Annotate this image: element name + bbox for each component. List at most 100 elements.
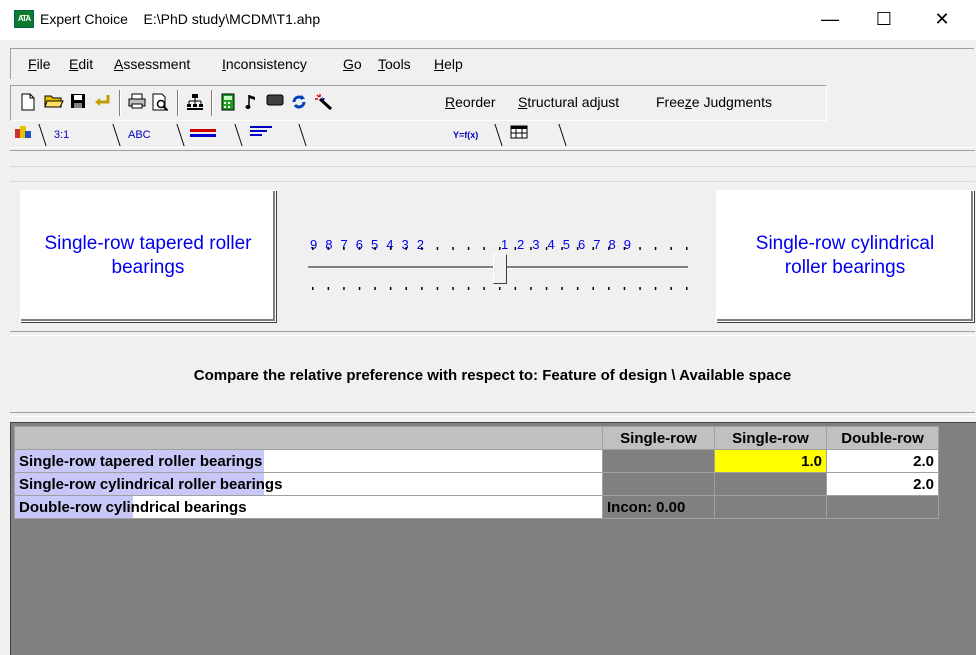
slider-tick — [545, 287, 548, 290]
hierarchy-icon[interactable] — [185, 93, 205, 113]
slider-tick — [389, 247, 392, 250]
save-icon[interactable] — [69, 93, 87, 113]
left-item-label: Single-row tapered roller bearings — [44, 233, 252, 278]
tab-numerical[interactable]: 3:1 — [54, 124, 84, 146]
tab-graphical-icon[interactable] — [190, 124, 220, 146]
slider-tick — [405, 247, 407, 250]
divider — [10, 412, 975, 417]
tab-model-icon[interactable] — [14, 124, 34, 146]
slider-tick — [561, 247, 563, 250]
slider-thumb[interactable] — [493, 254, 507, 284]
tab-formula[interactable]: Y=f(x) — [453, 124, 493, 146]
slider-tick — [358, 287, 361, 290]
sound-icon[interactable] — [243, 93, 259, 113]
refresh-icon[interactable] — [289, 93, 309, 113]
table-row: Single-row tapered roller bearings 1.0 2… — [14, 449, 939, 473]
slider-tick — [499, 287, 501, 290]
slider-tick — [421, 287, 423, 290]
slider-tick — [561, 287, 563, 290]
divider — [10, 331, 975, 336]
print-icon[interactable] — [127, 93, 147, 113]
slider-tick — [389, 287, 392, 290]
minimize-button[interactable]: — — [808, 4, 852, 34]
menu-tools[interactable]: Tools — [378, 56, 411, 72]
new-file-icon[interactable] — [19, 93, 37, 113]
app-icon: ATA — [14, 10, 34, 28]
slider-tick — [639, 247, 641, 250]
slider-tick — [623, 287, 626, 290]
slider-tick — [686, 247, 688, 250]
slider-tick — [639, 287, 641, 290]
slider-ticks-top — [312, 247, 688, 250]
slider-tick — [623, 247, 626, 250]
slider-tick — [327, 247, 330, 250]
tab-grid-icon[interactable] — [510, 124, 534, 146]
slider-tick — [374, 247, 376, 250]
structural-adjust-button[interactable]: Structural adjust — [518, 94, 619, 110]
slider-tick — [670, 287, 672, 290]
tab-verbal[interactable]: ABC — [128, 124, 158, 146]
maximize-button[interactable]: ☐ — [862, 4, 906, 34]
slider-tick — [312, 287, 314, 290]
slider-tick — [545, 247, 548, 250]
row-label[interactable]: Single-row tapered roller bearings — [14, 449, 603, 473]
slider-tick — [343, 287, 345, 290]
menu-assessment[interactable]: Assessment — [114, 56, 190, 72]
menu-help[interactable]: Help — [434, 56, 463, 72]
reorder-button[interactable]: Reorder — [445, 94, 496, 110]
menu-edit[interactable]: Edit — [69, 56, 93, 72]
matrix-cell — [714, 472, 827, 496]
tab-questionnaire-icon[interactable] — [250, 124, 276, 146]
row-label[interactable]: Double-row cylindrical bearings — [14, 495, 603, 519]
slider-tick — [421, 247, 423, 250]
slider-tick — [670, 247, 672, 250]
toolbar: Reorder Structural adjust Freeze Judgmen… — [10, 85, 827, 121]
row-label[interactable]: Single-row cylindrical roller bearings — [14, 472, 603, 496]
matrix-cell[interactable]: 2.0 — [826, 472, 939, 496]
col-header[interactable]: Single-row — [714, 426, 827, 450]
slider-tick — [576, 287, 579, 290]
menu-bar: File Edit Assessment Inconsistency Go To… — [10, 48, 974, 79]
tabs-divider — [10, 147, 975, 151]
menu-inconsistency[interactable]: Inconsistency — [222, 56, 307, 72]
slider-tick — [312, 247, 314, 250]
slider-tick — [608, 287, 610, 290]
slider-tick — [467, 247, 470, 250]
close-button[interactable]: ✕ — [920, 4, 964, 34]
slider-tick — [452, 247, 454, 250]
slider-tick — [654, 247, 657, 250]
slider-tick — [483, 247, 485, 250]
open-folder-icon[interactable] — [43, 93, 65, 113]
menu-file[interactable]: File — [28, 56, 51, 72]
display-icon[interactable] — [265, 93, 285, 113]
freeze-judgments-button[interactable]: Freeze Judgments — [656, 94, 772, 110]
menu-go[interactable]: Go — [343, 56, 362, 72]
slider-tick — [576, 247, 579, 250]
comparison-instruction: Compare the relative preference with res… — [193, 366, 792, 384]
col-header[interactable]: Single-row — [602, 426, 715, 450]
print-preview-icon[interactable] — [151, 93, 171, 113]
slider-tick — [514, 247, 517, 250]
matrix-cell[interactable]: 2.0 — [826, 449, 939, 473]
matrix-cell — [602, 472, 715, 496]
table-row: Single-row cylindrical roller bearings 2… — [14, 472, 939, 496]
col-header[interactable]: Double-row — [826, 426, 939, 450]
slider-tick — [436, 247, 439, 250]
view-tabs: 3:1 ABC Y=f(x) — [10, 122, 975, 148]
calculator-icon[interactable] — [219, 93, 237, 113]
slider-tick — [530, 287, 532, 290]
slider-tick — [654, 287, 657, 290]
slider-tick — [374, 287, 376, 290]
comparison-matrix: Single-row Single-row Double-row Single-… — [14, 426, 939, 519]
left-item-box[interactable]: Single-row tapered roller bearings — [20, 190, 276, 322]
matrix-cell — [826, 495, 939, 519]
slider-tick — [592, 247, 594, 250]
table-row: Double-row cylindrical bearings Incon: 0… — [14, 495, 939, 519]
matrix-cell-selected[interactable]: 1.0 — [714, 449, 827, 473]
magic-wand-icon[interactable] — [313, 93, 335, 113]
right-item-label: Single-row cylindrical roller bearings — [755, 233, 935, 278]
right-item-box[interactable]: Single-row cylindrical roller bearings — [716, 190, 974, 322]
slider-tick — [686, 287, 688, 290]
undo-icon[interactable] — [93, 93, 113, 113]
matrix-cell — [602, 449, 715, 473]
